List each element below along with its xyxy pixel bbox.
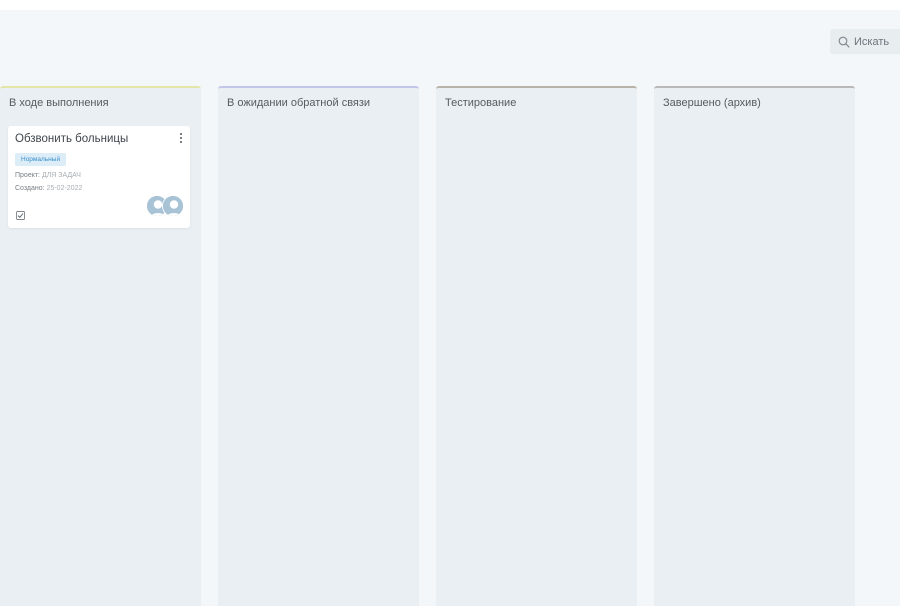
board-column-in-progress: В ходе выполнения Обзвонить больницы Нор…: [0, 86, 201, 606]
project-value: ДЛЯ ЗАДАЧ: [41, 172, 81, 179]
project-meta: Проект: ДЛЯ ЗАДАЧ: [15, 172, 81, 179]
column-title: В ходе выполнения: [9, 97, 109, 109]
search-button[interactable]: Искать: [830, 29, 900, 54]
task-card[interactable]: Обзвонить больницы Нормальный Проект: ДЛ…: [8, 126, 190, 228]
created-label: Создано:: [15, 185, 45, 192]
board-column-awaiting-feedback: В ожидании обратной связи: [218, 86, 419, 606]
top-bar: [0, 0, 900, 10]
task-title[interactable]: Обзвонить больницы: [15, 133, 128, 145]
column-title: В ожидании обратной связи: [227, 97, 371, 109]
more-vertical-icon[interactable]: [178, 132, 184, 144]
board-column-done-archive: Завершено (архив): [654, 86, 855, 606]
avatar[interactable]: [162, 195, 184, 217]
created-meta: Создано: 25-02-2022: [15, 185, 82, 192]
assignees: [146, 195, 186, 217]
search-icon: [838, 36, 850, 48]
project-label: Проект:: [15, 172, 41, 179]
column-title: Завершено (архив): [663, 97, 761, 109]
priority-badge: Нормальный: [15, 153, 67, 166]
created-value: 25-02-2022: [46, 185, 83, 192]
board-column-testing: Тестирование: [436, 86, 637, 606]
column-title: Тестирование: [445, 97, 517, 109]
search-label: Искать: [854, 35, 890, 48]
checklist-icon[interactable]: [16, 207, 25, 220]
